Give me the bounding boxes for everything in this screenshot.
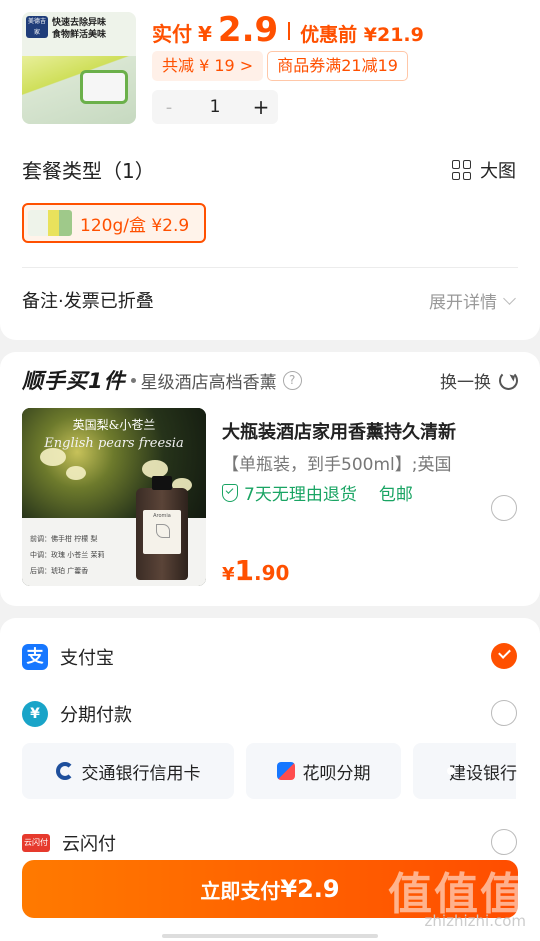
combo-option-thumbnail: [28, 210, 72, 236]
unionpay-icon: 云闪付: [22, 834, 50, 852]
divider: [22, 267, 518, 268]
original-price: 优惠前 ¥21.9: [300, 24, 424, 46]
quantity-stepper: - 1 +: [152, 90, 278, 124]
addon-product-image[interactable]: 英国梨&小苍兰 English pears freesia 前调：佛手柑 柠檬 …: [22, 408, 206, 586]
note-top: 前调：佛手柑 柠檬 梨: [30, 535, 98, 543]
pay-label: 实付: [152, 22, 192, 46]
installment-option-label: 交通银行信用卡: [81, 763, 201, 784]
addon-guarantee: 7天无理由退货 包邮: [222, 480, 413, 505]
payment-method-label: 云闪付: [62, 834, 116, 855]
thumb-subline: 食物鲜活美味: [52, 30, 107, 40]
combo-option-label: 120g/盒 ¥2.9: [80, 215, 190, 236]
addon-brand-title: 顺手买1件: [22, 369, 126, 393]
coupon-tag: 商品券满21减19: [267, 51, 408, 81]
huabei-icon: [276, 762, 295, 780]
addon-price-symbol: ¥: [222, 564, 235, 585]
refresh-label: 换一换: [440, 373, 491, 393]
payment-card: 支 支付宝 ¥ 分期付款 交通银行信用卡 花呗分期 建设银行 云闪付 云闪付 立…: [0, 618, 540, 941]
combo-type-title: 套餐类型（1）: [22, 159, 155, 183]
payment-method-label: 分期付款: [60, 705, 132, 726]
expand-details-button[interactable]: 展开详情: [429, 288, 516, 313]
combo-option-selected[interactable]: 120g/盒 ¥2.9: [22, 203, 206, 243]
addon-subtitle: 星级酒店高档香薰: [140, 372, 277, 393]
brand-logo: 美德吉家: [26, 16, 48, 38]
decrease-button[interactable]: -: [152, 97, 186, 118]
installment-option-label: 花呗分期: [302, 763, 371, 784]
chevron-down-icon: [503, 291, 516, 305]
refresh-button[interactable]: 换一换: [440, 368, 518, 393]
expand-details-label: 展开详情: [429, 293, 497, 313]
addon-purchase-card: 顺手买1件 星级酒店高档香薰 ? 换一换 英国梨&小苍兰 English pea…: [0, 352, 540, 606]
pay-button-amount: ¥2.9: [280, 875, 340, 903]
payment-method-installment[interactable]: ¥ 分期付款: [22, 701, 132, 727]
installment-option-huabei[interactable]: 花呗分期: [246, 743, 401, 799]
discount-tags: 共减 ¥ 19 > 商品券满21减19: [152, 51, 408, 81]
addon-description: 【单瓶装，到手500ml】;英国: [222, 455, 452, 475]
addon-price-decimal: .90: [254, 561, 290, 585]
remark-invoice-label: 备注·发票已折叠: [22, 291, 154, 312]
home-indicator[interactable]: [162, 934, 378, 938]
deodorizer-box-icon: [80, 70, 128, 104]
note-base: 后调：琥珀 广藿香: [30, 567, 89, 575]
addon-title[interactable]: 大瓶装酒店家用香薰持久清新: [222, 418, 456, 444]
bottle-brand: Aromia: [153, 513, 171, 519]
return-policy: 7天无理由退货: [244, 485, 357, 505]
installment-option-label: 建设银行: [449, 763, 517, 784]
refresh-icon: [499, 371, 518, 390]
total-discount-tag[interactable]: 共减 ¥ 19 >: [152, 51, 264, 81]
quantity-value[interactable]: 1: [186, 97, 244, 117]
addon-price-integer: 1: [234, 554, 255, 587]
installment-radio[interactable]: [491, 700, 517, 726]
payment-method-alipay[interactable]: 支 支付宝: [22, 644, 114, 670]
addon-header: 顺手买1件 星级酒店高档香薰 ?: [22, 365, 302, 395]
note-middle: 中调：玫瑰 小苍兰 茉莉: [30, 551, 105, 559]
addon-price: ¥ 1 .90: [222, 554, 289, 587]
big-view-button[interactable]: 大图: [452, 157, 516, 183]
bottle-icon: Aromia: [136, 476, 188, 580]
image-caption-cn: 英国梨&小苍兰: [72, 418, 156, 432]
addon-select-radio[interactable]: [491, 495, 517, 521]
alipay-icon: 支: [22, 644, 48, 670]
grid-icon: [452, 160, 472, 180]
product-thumbnail[interactable]: 美德吉家 快速去除异味 食物鲜活美味: [22, 12, 136, 124]
pay-amount: 2.9: [217, 10, 279, 50]
alipay-radio-checked[interactable]: [491, 643, 517, 669]
image-caption-en: English pears freesia: [44, 436, 184, 451]
shield-check-icon: [222, 483, 238, 502]
payment-method-unionpay[interactable]: 云闪付 云闪付: [22, 830, 116, 856]
free-shipping: 包邮: [378, 485, 413, 505]
dot-separator: [130, 377, 136, 383]
installment-options: 交通银行信用卡 花呗分期 建设银行: [22, 743, 517, 799]
installment-option-bocom[interactable]: 交通银行信用卡: [22, 743, 234, 799]
order-summary-card: 美德吉家 快速去除异味 食物鲜活美味 实付 ¥ 2.9 优惠前 ¥21.9 共减…: [0, 0, 540, 340]
price-line: 实付 ¥ 2.9 优惠前 ¥21.9: [152, 10, 424, 52]
flower-shape: [66, 466, 86, 480]
help-icon[interactable]: ?: [282, 370, 302, 390]
installment-option-ccb[interactable]: 建设银行: [413, 743, 517, 799]
unionpay-radio[interactable]: [491, 829, 517, 855]
watermark-url: zhizhizhi.com: [424, 912, 526, 930]
currency-symbol: ¥: [198, 22, 212, 46]
payment-method-label: 支付宝: [60, 648, 114, 669]
bottle-label: Aromia: [143, 510, 181, 554]
price-separator: [288, 22, 291, 40]
increase-button[interactable]: +: [244, 95, 278, 119]
installment-icon: ¥: [22, 701, 48, 727]
pay-button-label: 立即支付: [200, 878, 281, 903]
bocom-bank-icon: [55, 762, 74, 780]
big-view-label: 大图: [480, 161, 516, 182]
